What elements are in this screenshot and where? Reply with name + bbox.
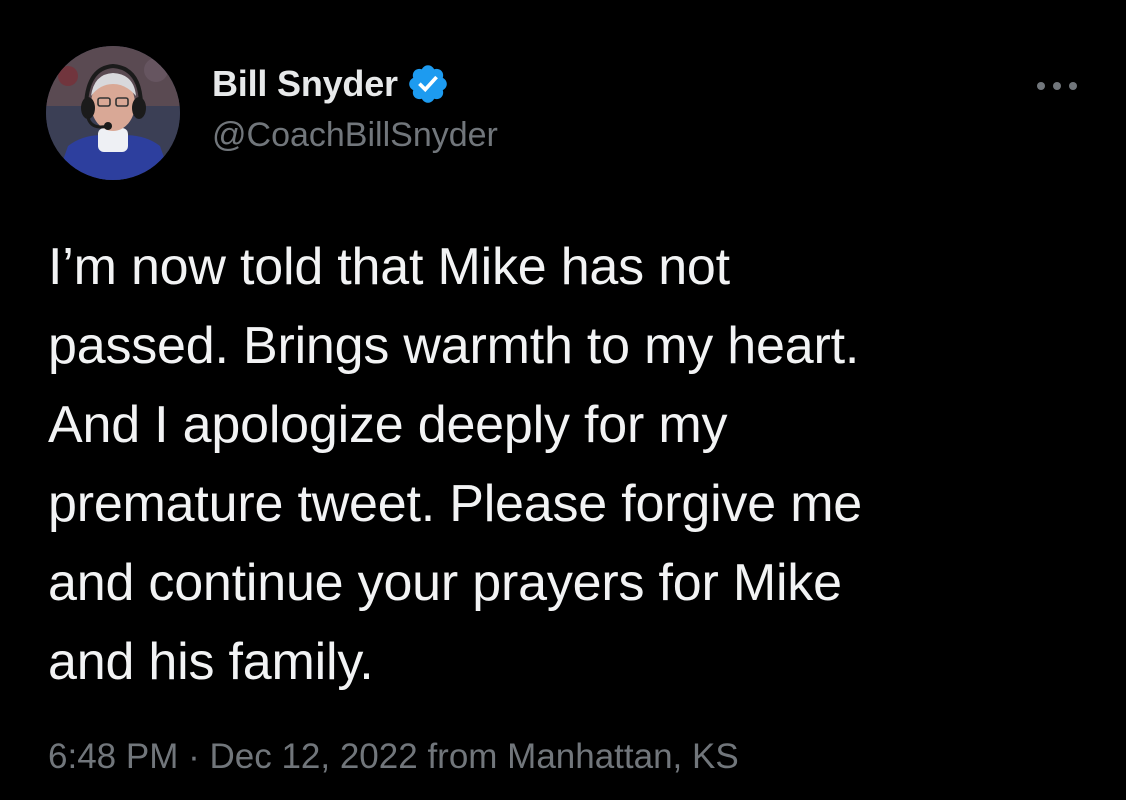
user-handle[interactable]: @CoachBillSnyder (212, 116, 498, 155)
display-name-row: Bill Snyder (212, 62, 498, 106)
meta-separator: · (188, 737, 200, 776)
tweet-date[interactable]: Dec 12, 2022 (209, 737, 417, 776)
tweet-header: Bill Snyder @CoachBillSnyder (46, 46, 1080, 182)
verified-badge-icon (406, 62, 450, 106)
tweet-text: I’m now told that Mike has not passed. B… (48, 238, 863, 691)
tweet: Bill Snyder @CoachBillSnyder I’m now tol… (0, 0, 1126, 800)
author-names: Bill Snyder @CoachBillSnyder (212, 62, 498, 155)
display-name[interactable]: Bill Snyder (212, 63, 398, 105)
more-horizontal-icon[interactable] (1034, 76, 1080, 96)
tweet-meta: 6:48 PM · Dec 12, 2022 from Manhattan, K… (48, 737, 739, 777)
tweet-time[interactable]: 6:48 PM (48, 737, 178, 776)
avatar[interactable] (46, 46, 180, 180)
coach-headset-avatar-icon (46, 46, 180, 180)
tweet-source: from Manhattan, KS (427, 737, 739, 776)
